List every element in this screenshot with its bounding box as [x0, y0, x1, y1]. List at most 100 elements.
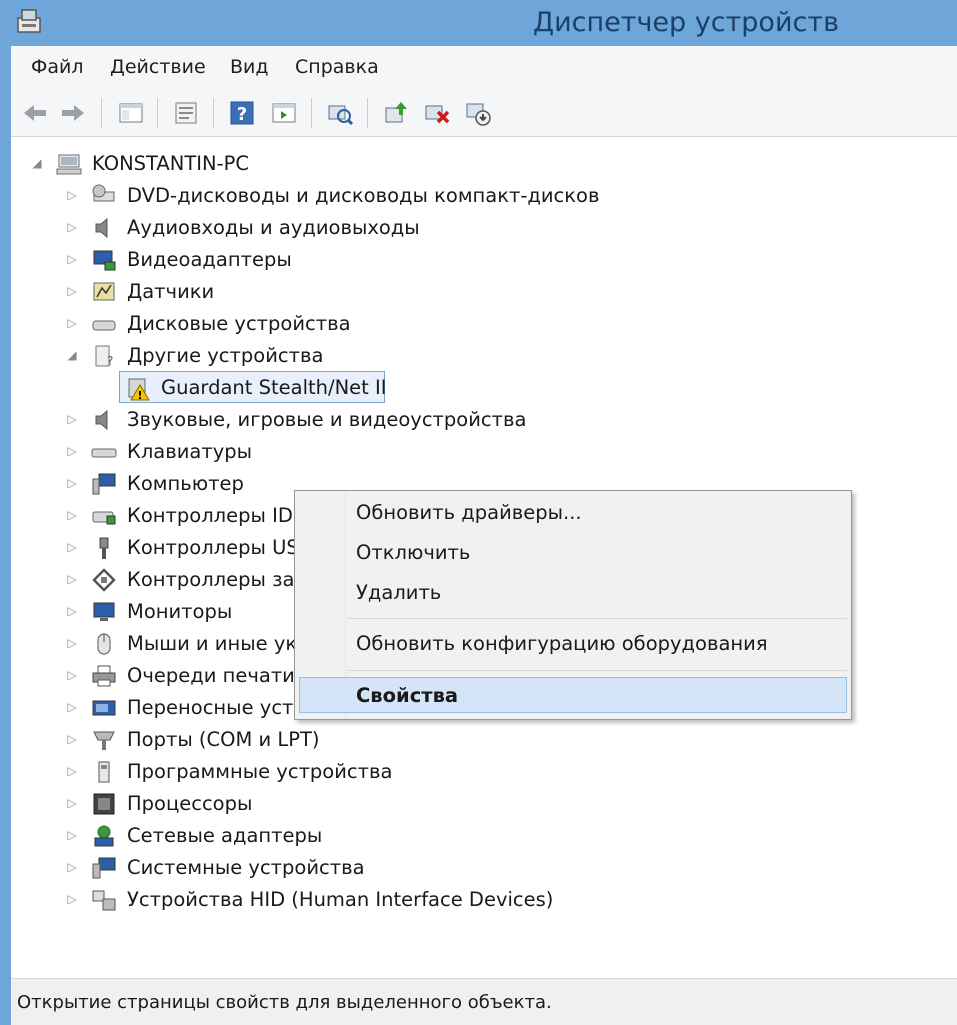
collapse-arrow-icon[interactable]: ◢ [31, 157, 43, 169]
scan-hardware-icon[interactable] [325, 98, 355, 128]
tree-item-label: Клавиатуры [127, 440, 253, 463]
tree-item-expanded[interactable]: ◢ ? Другие устройства [11, 341, 611, 371]
mouse-icon [97, 633, 111, 655]
expand-arrow-icon[interactable]: ▷ [66, 317, 78, 329]
tree-item-label: Компьютер [127, 472, 244, 495]
uninstall-device-icon[interactable] [422, 98, 452, 128]
toolbar-separator [213, 98, 214, 128]
menu-file[interactable]: Файл [31, 56, 84, 78]
disk-drive-icon [92, 320, 116, 331]
computer-icon [92, 473, 116, 495]
action-pane-icon[interactable] [269, 98, 299, 128]
tree-item[interactable]: ▷ Устройства HID (Human Interface Device… [11, 885, 611, 915]
expand-arrow-icon[interactable]: ▷ [66, 221, 78, 233]
expand-arrow-icon[interactable]: ▷ [66, 573, 78, 585]
expand-arrow-icon[interactable]: ▷ [66, 765, 78, 777]
expand-arrow-icon[interactable]: ▷ [66, 829, 78, 841]
speaker-icon [95, 217, 108, 239]
expand-arrow-icon[interactable]: ▷ [66, 669, 78, 681]
tree-item-label: Очереди печати [127, 664, 295, 687]
tree-item[interactable]: ▷ Системные устройства [11, 853, 611, 883]
hid-device-icon [92, 890, 116, 911]
menu-view[interactable]: Вид [230, 56, 269, 78]
toolbar-separator [311, 98, 312, 128]
tree-item-label: Звуковые, игровые и видеоустройства [127, 408, 527, 431]
expand-arrow-icon[interactable]: ▷ [66, 477, 78, 489]
expand-arrow-icon[interactable]: ▷ [66, 413, 78, 425]
menu-action[interactable]: Действие [110, 56, 206, 78]
port-icon [93, 731, 115, 750]
tree-item[interactable]: ▷ Программные устройства [11, 757, 611, 787]
collapse-arrow-icon[interactable]: ◢ [66, 349, 78, 361]
device-tree[interactable]: ◢ KONSTANTIN-PC ▷ DVD-дисководы и дисков… [11, 146, 957, 982]
storage-controller-icon [92, 568, 116, 592]
tree-item[interactable]: ▷ Клавиатуры [11, 437, 611, 467]
forward-arrow-icon[interactable] [58, 98, 88, 128]
ctx-disable[interactable]: Отключить [356, 541, 470, 564]
tree-item[interactable]: ▷ Звуковые, игровые и видеоустройства [11, 405, 611, 435]
console-tree-icon[interactable] [116, 98, 146, 128]
computer-root-icon [56, 154, 82, 175]
tree-item-label: DVD-дисководы и дисководы компакт-дисков [127, 184, 600, 207]
toolbar-separator [367, 98, 368, 128]
context-menu-separator [347, 670, 847, 671]
software-device-icon [98, 761, 110, 783]
properties-icon[interactable] [171, 98, 201, 128]
tree-item[interactable]: ▷ Видеоадаптеры [11, 245, 611, 275]
menu-help[interactable]: Справка [295, 56, 379, 78]
tree-root[interactable]: ◢ KONSTANTIN-PC [11, 149, 611, 179]
tree-root-label: KONSTANTIN-PC [92, 152, 250, 175]
expand-arrow-icon[interactable]: ▷ [66, 541, 78, 553]
tree-item-label: Программные устройства [127, 760, 393, 783]
help-icon[interactable]: ? [227, 98, 257, 128]
ctx-update-drivers[interactable]: Обновить драйверы... [356, 501, 582, 524]
expand-arrow-icon[interactable]: ▷ [66, 797, 78, 809]
expand-arrow-icon[interactable]: ▷ [66, 445, 78, 457]
expand-arrow-icon[interactable]: ▷ [66, 285, 78, 297]
expand-arrow-icon[interactable]: ▷ [66, 637, 78, 649]
usb-icon [99, 537, 109, 559]
disable-device-icon[interactable] [463, 98, 493, 128]
display-adapter-icon [93, 250, 116, 271]
tree-item-label: Видеоадаптеры [127, 248, 292, 271]
svg-text:!: ! [137, 389, 142, 401]
system-device-icon [92, 857, 116, 879]
sensor-icon [93, 282, 115, 301]
expand-arrow-icon[interactable]: ▷ [66, 605, 78, 617]
tree-item[interactable]: ▷ Порты (COM и LPT) [11, 725, 611, 755]
ctx-uninstall[interactable]: Удалить [356, 581, 441, 604]
ide-controller-icon [92, 511, 116, 525]
tree-item-label: Мониторы [127, 600, 233, 623]
expand-arrow-icon[interactable]: ▷ [66, 861, 78, 873]
keyboard-icon [91, 448, 117, 458]
speaker-icon [95, 409, 108, 431]
window-title: Диспетчер устройств [532, 7, 839, 38]
tree-item[interactable]: ▷ DVD-дисководы и дисководы компакт-диск… [11, 181, 611, 211]
tree-item-label: Аудиовходы и аудиовыходы [127, 216, 420, 239]
expand-arrow-icon[interactable]: ▷ [66, 189, 78, 201]
tree-item-label: Другие устройства [127, 344, 324, 367]
tree-item-label: Порты (COM и LPT) [127, 728, 320, 751]
update-driver-icon[interactable] [381, 98, 411, 128]
ctx-properties[interactable]: Свойства [356, 684, 458, 707]
tree-item[interactable]: ▷ Процессоры [11, 789, 611, 819]
back-arrow-icon[interactable] [20, 98, 50, 128]
tree-item[interactable]: ▷ Сетевые адаптеры [11, 821, 611, 851]
expand-arrow-icon[interactable]: ▷ [66, 893, 78, 905]
tree-item-label: Контроллеры USB [127, 536, 313, 559]
tree-item[interactable]: ▷ Датчики [11, 277, 611, 307]
title-bar[interactable]: Диспетчер устройств [0, 0, 957, 46]
tree-child-item[interactable]: ! Guardant Stealth/Net II [11, 371, 611, 403]
dvd-drive-icon [92, 184, 115, 202]
tree-item[interactable]: ▷ Аудиовходы и аудиовыходы [11, 213, 611, 243]
warning-device-icon: ! [128, 378, 150, 401]
tree-item-label: Guardant Stealth/Net II [161, 376, 387, 399]
tree-item-label: Датчики [127, 280, 215, 303]
tree-item-label: Устройства HID (Human Interface Devices) [127, 888, 554, 911]
expand-arrow-icon[interactable]: ▷ [66, 733, 78, 745]
ctx-scan-hardware[interactable]: Обновить конфигурацию оборудования [356, 632, 768, 655]
expand-arrow-icon[interactable]: ▷ [66, 701, 78, 713]
expand-arrow-icon[interactable]: ▷ [66, 509, 78, 521]
expand-arrow-icon[interactable]: ▷ [66, 253, 78, 265]
tree-item[interactable]: ▷ Дисковые устройства [11, 309, 611, 339]
